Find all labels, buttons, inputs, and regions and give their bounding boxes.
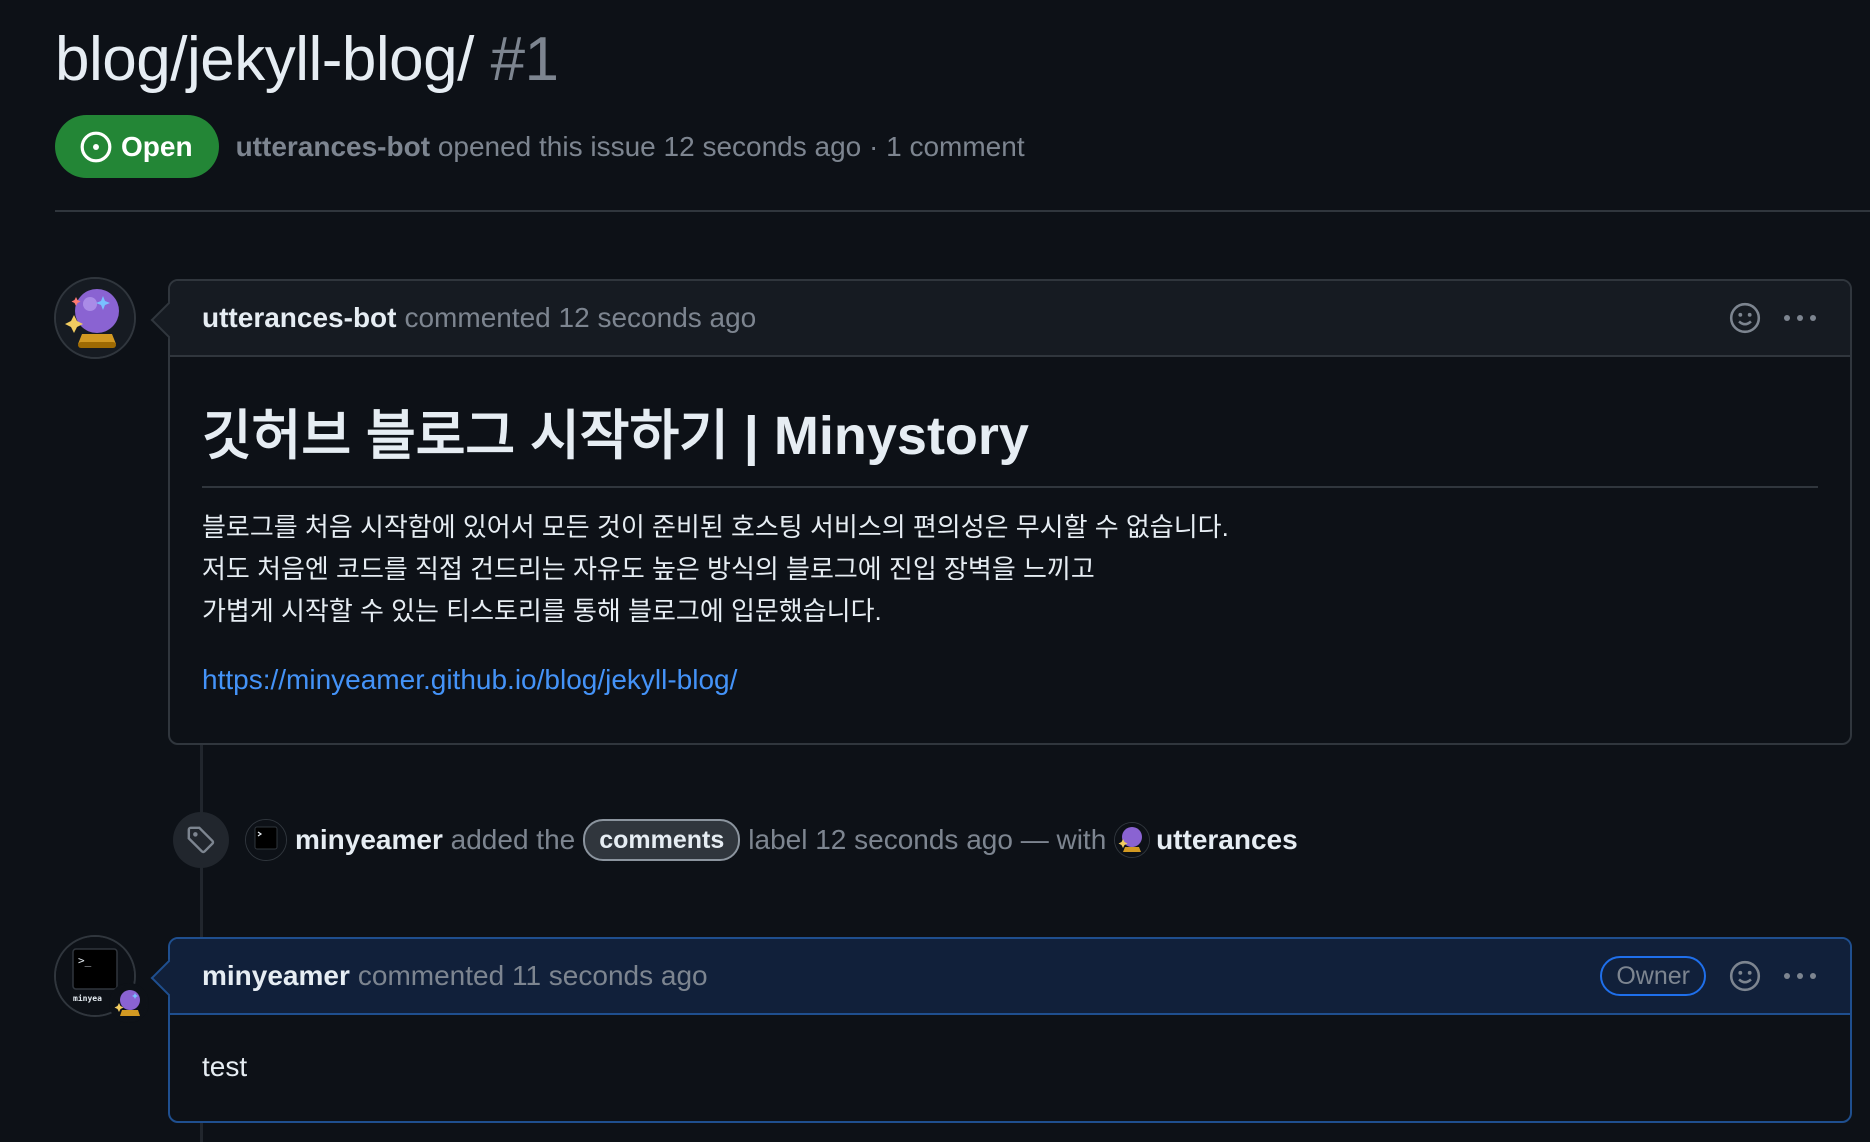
- comment-time[interactable]: 12 seconds ago: [559, 302, 757, 334]
- post-heading: 깃허브 블로그 시작하기 | Minystory: [202, 357, 1818, 488]
- avatar-utterances-bot[interactable]: [54, 277, 136, 359]
- comment-card: minyeamer commented 11 seconds ago Owner…: [150, 937, 1852, 1123]
- crystal-ball-icon: [111, 985, 147, 1021]
- reaction-button[interactable]: [1728, 301, 1762, 335]
- label-event: minyeamer added the comments label 12 se…: [173, 810, 1298, 870]
- comment-header: utterances-bot commented 12 seconds ago: [170, 281, 1850, 357]
- post-excerpt-line: 블로그를 처음 시작함에 있어서 모든 것이 준비된 호스팅 서비스의 편의성은…: [202, 512, 1229, 542]
- event-app-link[interactable]: utterances: [1156, 824, 1298, 856]
- event-actor-link[interactable]: minyeamer: [295, 824, 443, 856]
- state-label: Open: [121, 130, 193, 162]
- event-text-after: label 12 seconds ago — with: [748, 824, 1107, 855]
- label-comments[interactable]: comments: [583, 819, 741, 861]
- comment-menu-button[interactable]: [1782, 312, 1818, 324]
- crystal-ball-icon: [1115, 823, 1150, 857]
- kebab-horizontal-icon: [1784, 315, 1816, 321]
- reaction-button[interactable]: [1728, 959, 1762, 993]
- comment-menu-button[interactable]: [1782, 970, 1818, 982]
- comment-action: commented: [404, 302, 551, 333]
- state-badge-open: Open: [55, 115, 219, 178]
- comment-header: minyeamer commented 11 seconds ago Owner: [170, 939, 1850, 1015]
- owner-badge: Owner: [1600, 956, 1706, 996]
- comment-action: commented: [357, 960, 505, 991]
- header-divider: [55, 210, 1870, 212]
- avatar-utterances-small[interactable]: [1114, 822, 1151, 858]
- comment-author-link[interactable]: minyeamer: [202, 960, 350, 992]
- issue-opened-text: opened this issue 12 seconds ago · 1 com…: [437, 130, 1025, 162]
- issue-number: #1: [490, 25, 559, 94]
- event-text-before: added the: [450, 824, 576, 855]
- tag-icon: [187, 826, 215, 854]
- comment-body: 깃허브 블로그 시작하기 | Minystory 블로그를 처음 시작함에 있어…: [170, 357, 1850, 696]
- post-excerpt-line: 저도 처음엔 코드를 직접 건드리는 자유도 높은 방식의 블로그에 진입 장벽…: [202, 554, 1095, 584]
- crystal-ball-icon: [56, 279, 134, 357]
- issue-title-text: blog/jekyll-blog/: [55, 25, 474, 94]
- smiley-icon: [1729, 302, 1761, 334]
- post-excerpt-line: 가볍게 시작할 수 있는 티스토리를 통해 블로그에 입문했습니다.: [202, 596, 882, 626]
- issue-state-row: Open utterances-bot opened this issue 12…: [55, 115, 1025, 178]
- avatar-app-badge: [109, 983, 149, 1023]
- comment-time[interactable]: 11 seconds ago: [512, 960, 708, 992]
- terminal-avatar-icon: [246, 820, 286, 860]
- issue-author-link[interactable]: utterances-bot: [236, 131, 430, 162]
- comment-body: test: [170, 1015, 1850, 1123]
- comment-author-link[interactable]: utterances-bot: [202, 302, 396, 334]
- post-excerpt: 블로그를 처음 시작함에 있어서 모든 것이 준비된 호스팅 서비스의 편의성은…: [202, 506, 1818, 632]
- smiley-icon: [1729, 960, 1761, 992]
- terminal-prompt: >_: [78, 954, 92, 967]
- post-link[interactable]: https://minyeamer.github.io/blog/jekyll-…: [202, 664, 1818, 696]
- avatar-name: minyea: [73, 993, 102, 1003]
- tag-badge: [173, 812, 229, 868]
- comment-card: utterances-bot commented 12 seconds ago …: [150, 279, 1852, 745]
- issue-opened-icon: [80, 131, 112, 162]
- comment-text: test: [202, 1051, 248, 1082]
- kebab-horizontal-icon: [1784, 973, 1816, 979]
- issue-title: blog/jekyll-blog/ #1: [55, 22, 559, 98]
- avatar-minyeamer-small[interactable]: [245, 819, 287, 861]
- issue-meta: utterances-bot opened this issue 12 seco…: [236, 131, 1025, 163]
